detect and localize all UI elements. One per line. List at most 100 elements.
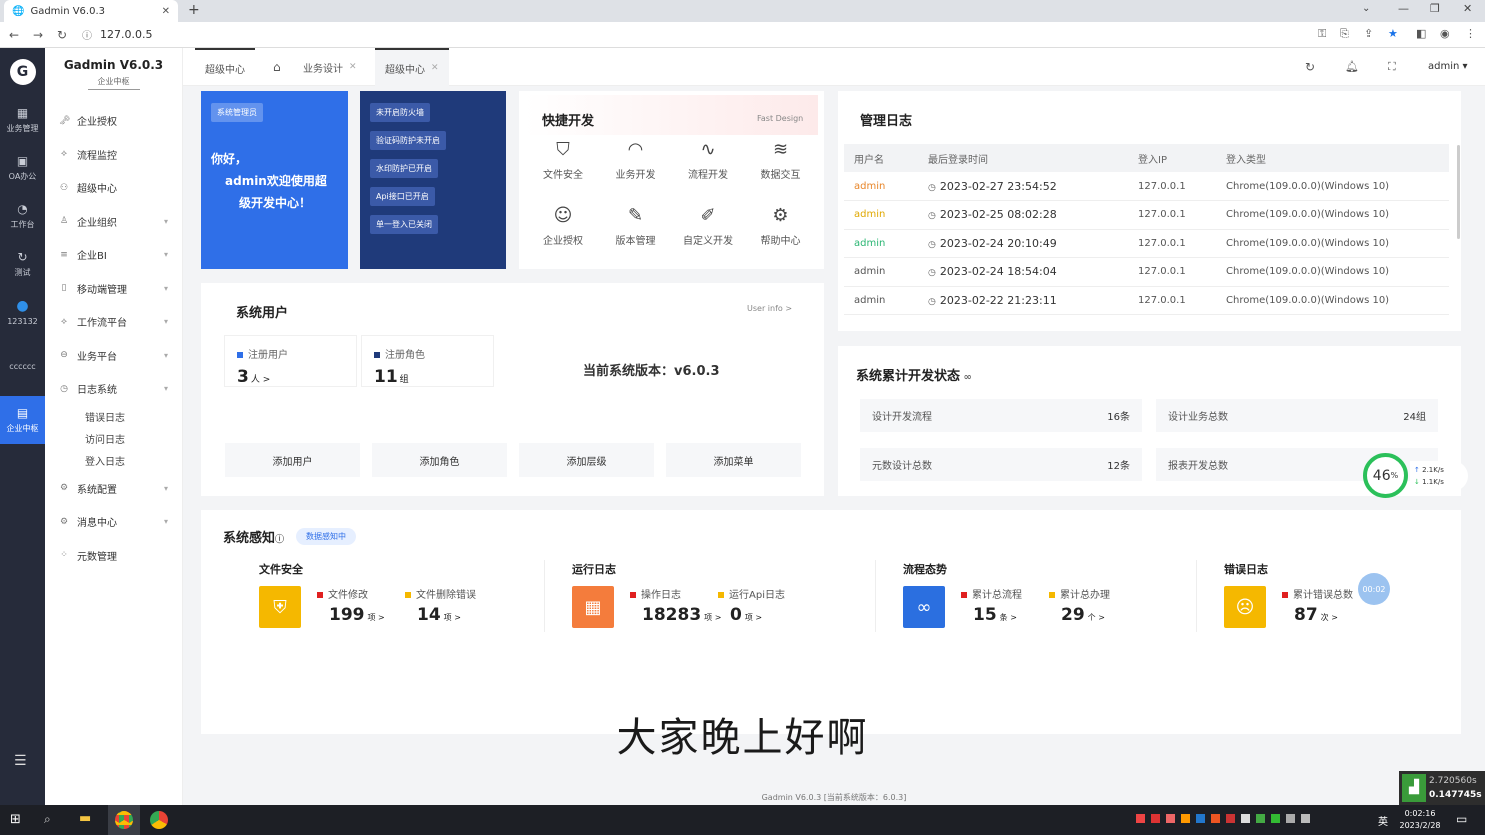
window-close-icon[interactable]: ✕ xyxy=(1463,2,1472,15)
tray-app-icon[interactable] xyxy=(1256,814,1265,823)
tray-app-icon[interactable] xyxy=(1136,814,1145,823)
rail-item[interactable]: ↻ 测试 xyxy=(0,240,45,288)
quick-item[interactable]: ⛉ 文件安全 xyxy=(533,139,593,181)
star-icon[interactable]: ★ xyxy=(1388,27,1398,40)
quick-item[interactable]: ✐ 自定义开发 xyxy=(678,205,738,247)
perception-stat[interactable]: 累计总办理 29 个 > xyxy=(1049,586,1110,625)
rail-item[interactable]: ▤ 企业中枢 xyxy=(0,396,45,444)
perception-stat[interactable]: 运行Api日志 0 项 > xyxy=(718,586,785,625)
table-row[interactable]: admin ◷ 2023-02-25 08:02:28 127.0.0.1 Chrome… xyxy=(844,200,1449,230)
tab-super-center-active[interactable]: 超级中心 ✕ xyxy=(375,48,449,86)
sidebar-subitem[interactable]: 错误日志 xyxy=(45,406,182,428)
ime-indicator[interactable]: 英 xyxy=(1378,813,1388,828)
perception-stat[interactable]: 操作日志 18283 项 > xyxy=(630,586,721,625)
perception-stat[interactable]: 文件删除错误 14 项 > xyxy=(405,586,476,625)
table-row[interactable]: admin ◷ 2023-02-27 23:54:52 127.0.0.1 Chrome… xyxy=(844,172,1449,201)
quick-item[interactable]: ⚙ 帮助中心 xyxy=(751,205,811,247)
rail-item[interactable]: ▣ OA办公 xyxy=(0,144,45,192)
sidebar-menu-item[interactable]: ▯ 移动端管理 ▾ xyxy=(45,272,182,306)
quick-item[interactable]: ∿ 流程开发 xyxy=(678,139,738,181)
translate-icon[interactable]: ⎘ xyxy=(1340,27,1349,41)
add-action-button[interactable]: 添加菜单 xyxy=(666,443,801,477)
share-icon[interactable]: ⇪ xyxy=(1364,27,1373,40)
browser-tab[interactable]: 🌐 Gadmin V6.0.3 ✕ xyxy=(4,0,178,22)
tab-super-center[interactable]: 超级中心 xyxy=(195,48,255,86)
tab-business-design[interactable]: 业务设计 ✕ xyxy=(293,48,367,86)
tray-app-icon[interactable] xyxy=(1181,814,1190,823)
perception-stat[interactable]: 累计总流程 15 条 > xyxy=(961,586,1022,625)
tray-app-icon[interactable] xyxy=(1196,814,1205,823)
sidebar-menu-item[interactable]: 🗝 企业授权 xyxy=(45,104,182,138)
chrome-taskbar-item[interactable] xyxy=(108,805,140,835)
quick-item[interactable]: ☺ 企业授权 xyxy=(533,205,593,247)
refresh-icon[interactable]: ↻ xyxy=(1305,60,1315,74)
menu-icon[interactable]: ⋮ xyxy=(1465,27,1476,40)
sidebar-menu-item[interactable]: ⚇ 超级中心 xyxy=(45,171,182,205)
chevron-down-icon[interactable]: ⌄ xyxy=(1362,3,1370,14)
tray-app-icon[interactable] xyxy=(1211,814,1220,823)
registered-roles-stat[interactable]: 注册角色 11 组 xyxy=(361,335,494,387)
key-icon[interactable]: ⚿ xyxy=(1318,27,1326,41)
notification-icon[interactable]: ▭ xyxy=(1456,812,1467,826)
rail-item[interactable]: ● 123132 xyxy=(0,288,45,336)
tray-app-icon[interactable] xyxy=(1166,814,1175,823)
table-row[interactable]: admin ◷ 2023-02-24 20:10:49 127.0.0.1 Chrome… xyxy=(844,229,1449,258)
tray-app-icon[interactable] xyxy=(1271,814,1280,823)
tray-app-icon[interactable] xyxy=(1301,814,1310,823)
tray-app-icon[interactable] xyxy=(1226,814,1235,823)
sidebar-menu-item[interactable]: ⚙ 消息中心 ▾ xyxy=(45,505,182,539)
add-action-button[interactable]: 添加用户 xyxy=(225,443,360,477)
sidebar-menu-item[interactable]: ⊖ 业务平台 ▾ xyxy=(45,339,182,373)
table-row[interactable]: admin ◷ 2023-02-22 21:23:11 127.0.0.1 Chrome… xyxy=(844,286,1449,315)
close-icon[interactable]: ✕ xyxy=(349,62,357,72)
add-action-button[interactable]: 添加角色 xyxy=(372,443,507,477)
quick-item[interactable]: ≋ 数据交互 xyxy=(751,139,811,181)
registered-users-stat[interactable]: 注册用户 3人 > xyxy=(224,335,357,387)
sidebar-subitem[interactable]: 登入日志 xyxy=(45,450,182,472)
profile-icon[interactable]: ◉ xyxy=(1440,27,1450,40)
network-speed-widget[interactable]: 46% xyxy=(1363,453,1408,498)
reload-icon[interactable]: ↻ xyxy=(50,28,74,42)
sidebar-menu-item[interactable]: ≡ 企业BI ▾ xyxy=(45,238,182,272)
url-field[interactable]: ⓘ 127.0.0.5 xyxy=(82,27,152,42)
tray-app-icon[interactable] xyxy=(1241,814,1250,823)
rail-item[interactable]: ▦ 业务管理 xyxy=(0,96,45,144)
forward-icon[interactable]: → xyxy=(26,28,50,42)
new-tab-button[interactable]: + xyxy=(188,2,200,18)
rail-item[interactable]: ◔ 工作台 xyxy=(0,192,45,240)
sidepanel-icon[interactable]: ◧ xyxy=(1416,27,1426,40)
home-tab[interactable]: ⌂ xyxy=(263,48,291,86)
file-explorer-icon[interactable]: ▬ xyxy=(79,811,91,826)
close-icon[interactable]: ✕ xyxy=(431,63,439,73)
windows-start-icon[interactable]: ⊞ xyxy=(10,812,21,827)
close-icon[interactable]: ✕ xyxy=(162,6,170,17)
user-menu[interactable]: admin ▾ xyxy=(1428,61,1468,72)
tray-app-icon[interactable] xyxy=(1286,814,1295,823)
tray-app-icon[interactable] xyxy=(1151,814,1160,823)
sidebar-menu-item[interactable]: ⚙ 系统配置 ▾ xyxy=(45,472,182,506)
table-scrollbar[interactable] xyxy=(1457,145,1460,239)
back-icon[interactable]: ← xyxy=(2,28,26,42)
quick-item[interactable]: ✎ 版本管理 xyxy=(606,205,666,247)
sidebar-menu-item[interactable]: ⟡ 流程监控 xyxy=(45,138,182,172)
bell-icon[interactable]: 🔔︎ xyxy=(1345,60,1359,73)
perception-stat[interactable]: 文件修改 199 项 > xyxy=(317,586,385,625)
table-row[interactable]: admin ◷ 2023-02-24 18:54:04 127.0.0.1 Chrome… xyxy=(844,257,1449,287)
sidebar-subitem[interactable]: 访问日志 xyxy=(45,428,182,450)
quick-item[interactable]: ◠ 业务开发 xyxy=(606,139,666,181)
recording-timer[interactable]: 00:02 xyxy=(1358,573,1390,605)
restore-icon[interactable]: ❐ xyxy=(1430,2,1440,15)
taskbar-clock[interactable]: 0:02:16 2023/2/28 xyxy=(1392,808,1448,832)
add-action-button[interactable]: 添加层级 xyxy=(519,443,654,477)
fullscreen-icon[interactable]: ⛶ xyxy=(1388,60,1396,74)
minimize-icon[interactable]: — xyxy=(1398,2,1409,15)
rail-item[interactable]: cccccc xyxy=(0,336,45,396)
perception-stat[interactable]: 累计错误总数 87 次 > xyxy=(1282,586,1353,625)
chrome-alt-icon[interactable] xyxy=(150,811,168,829)
collapse-menu-icon[interactable]: ☰ xyxy=(14,753,27,769)
sidebar-menu-item[interactable]: ♙ 企业组织 ▾ xyxy=(45,205,182,239)
sidebar-menu-item[interactable]: ◷ 日志系统 ▾ xyxy=(45,372,182,406)
search-icon[interactable]: ⌕ xyxy=(44,812,51,827)
user-info-link[interactable]: User info > xyxy=(747,304,792,313)
sidebar-menu-item[interactable]: ⟡ 工作流平台 ▾ xyxy=(45,305,182,339)
